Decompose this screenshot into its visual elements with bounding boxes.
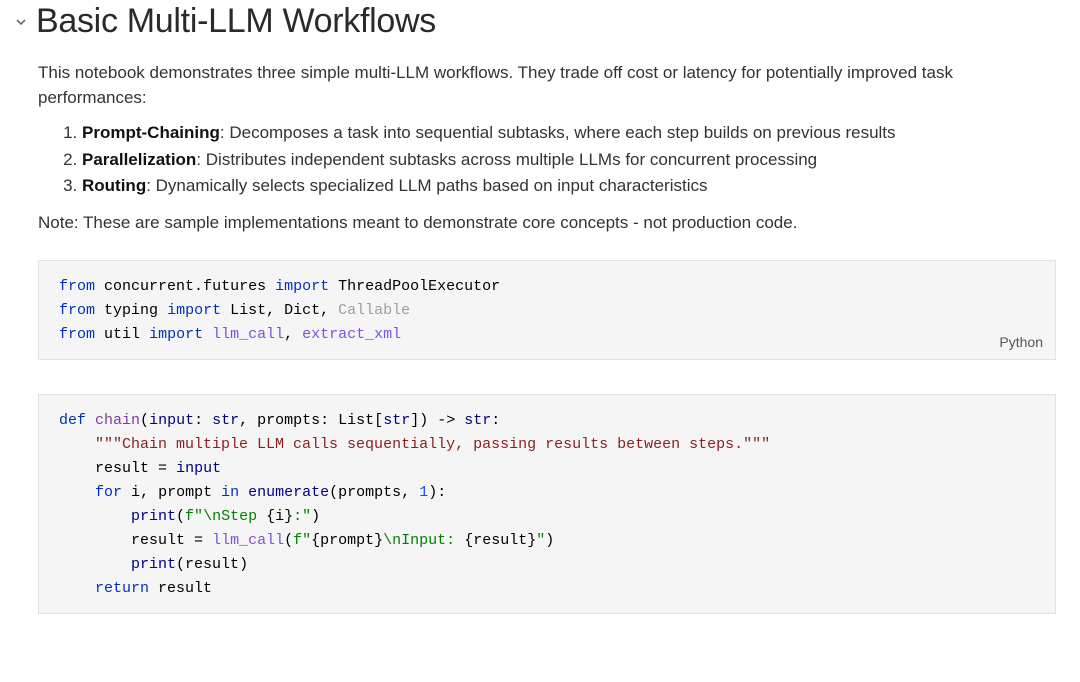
arrow: -> <box>437 412 455 429</box>
identifier: List <box>230 302 266 319</box>
keyword: from <box>59 326 95 343</box>
identifier: input <box>176 460 221 477</box>
identifier: extract_xml <box>302 326 401 343</box>
param: prompts <box>257 412 320 429</box>
keyword: from <box>59 302 95 319</box>
call: llm_call <box>212 532 284 549</box>
heading-row: Basic Multi-LLM Workflows <box>14 2 1080 41</box>
module: futures <box>203 278 266 295</box>
builtin: print <box>131 508 176 525</box>
code-cell[interactable]: from concurrent.futures import ThreadPoo… <box>38 260 1056 360</box>
approach-desc: : Dynamically selects specialized LLM pa… <box>146 176 707 195</box>
list-item: Prompt-Chaining: Decomposes a task into … <box>82 120 1056 146</box>
code-cell[interactable]: def chain(input: str, prompts: List[str]… <box>38 394 1056 614</box>
type: str <box>464 412 491 429</box>
approach-name: Parallelization <box>82 150 196 169</box>
type: List <box>338 412 374 429</box>
number: 1 <box>419 484 428 501</box>
language-label: Python <box>999 331 1043 353</box>
identifier: llm_call <box>212 326 284 343</box>
builtin: enumerate <box>248 484 329 501</box>
module: concurrent <box>104 278 194 295</box>
identifier: prompts <box>338 484 401 501</box>
keyword: from <box>59 278 95 295</box>
builtin: print <box>131 556 176 573</box>
approach-desc: : Distributes independent subtasks acros… <box>196 150 817 169</box>
module: util <box>104 326 140 343</box>
approach-name: Routing <box>82 176 146 195</box>
keyword: import <box>149 326 203 343</box>
list-item: Parallelization: Distributes independent… <box>82 147 1056 173</box>
approaches-list: Prompt-Chaining: Decomposes a task into … <box>60 120 1056 199</box>
identifier: ThreadPoolExecutor <box>338 278 500 295</box>
fstring: f" <box>293 532 311 549</box>
keyword: import <box>167 302 221 319</box>
identifier: Dict <box>284 302 320 319</box>
identifier: result <box>95 460 149 477</box>
identifier: result <box>131 532 185 549</box>
keyword: for <box>95 484 122 501</box>
module: typing <box>104 302 158 319</box>
identifier: result <box>185 556 239 573</box>
identifier-unused: Callable <box>338 302 410 319</box>
approach-desc: : Decomposes a task into sequential subt… <box>220 123 896 142</box>
chevron-down-icon[interactable] <box>14 15 28 29</box>
keyword: in <box>221 484 239 501</box>
param: input <box>149 412 194 429</box>
page-title: Basic Multi-LLM Workflows <box>36 2 436 41</box>
note-paragraph: Note: These are sample implementations m… <box>38 211 1056 236</box>
keyword: return <box>95 580 149 597</box>
identifier: i <box>131 484 140 501</box>
list-item: Routing: Dynamically selects specialized… <box>82 173 1056 199</box>
intro-paragraph: This notebook demonstrates three simple … <box>38 61 1056 110</box>
function-name: chain <box>95 412 140 429</box>
notebook-page: Basic Multi-LLM Workflows This notebook … <box>0 2 1080 614</box>
type: str <box>212 412 239 429</box>
type: str <box>383 412 410 429</box>
keyword: import <box>275 278 329 295</box>
approach-name: Prompt-Chaining <box>82 123 220 142</box>
keyword: def <box>59 412 86 429</box>
markdown-cell: This notebook demonstrates three simple … <box>14 61 1080 614</box>
identifier: result <box>158 580 212 597</box>
identifier: prompt <box>158 484 212 501</box>
docstring: """Chain multiple LLM calls sequentially… <box>95 436 770 453</box>
fstring: f" <box>185 508 203 525</box>
